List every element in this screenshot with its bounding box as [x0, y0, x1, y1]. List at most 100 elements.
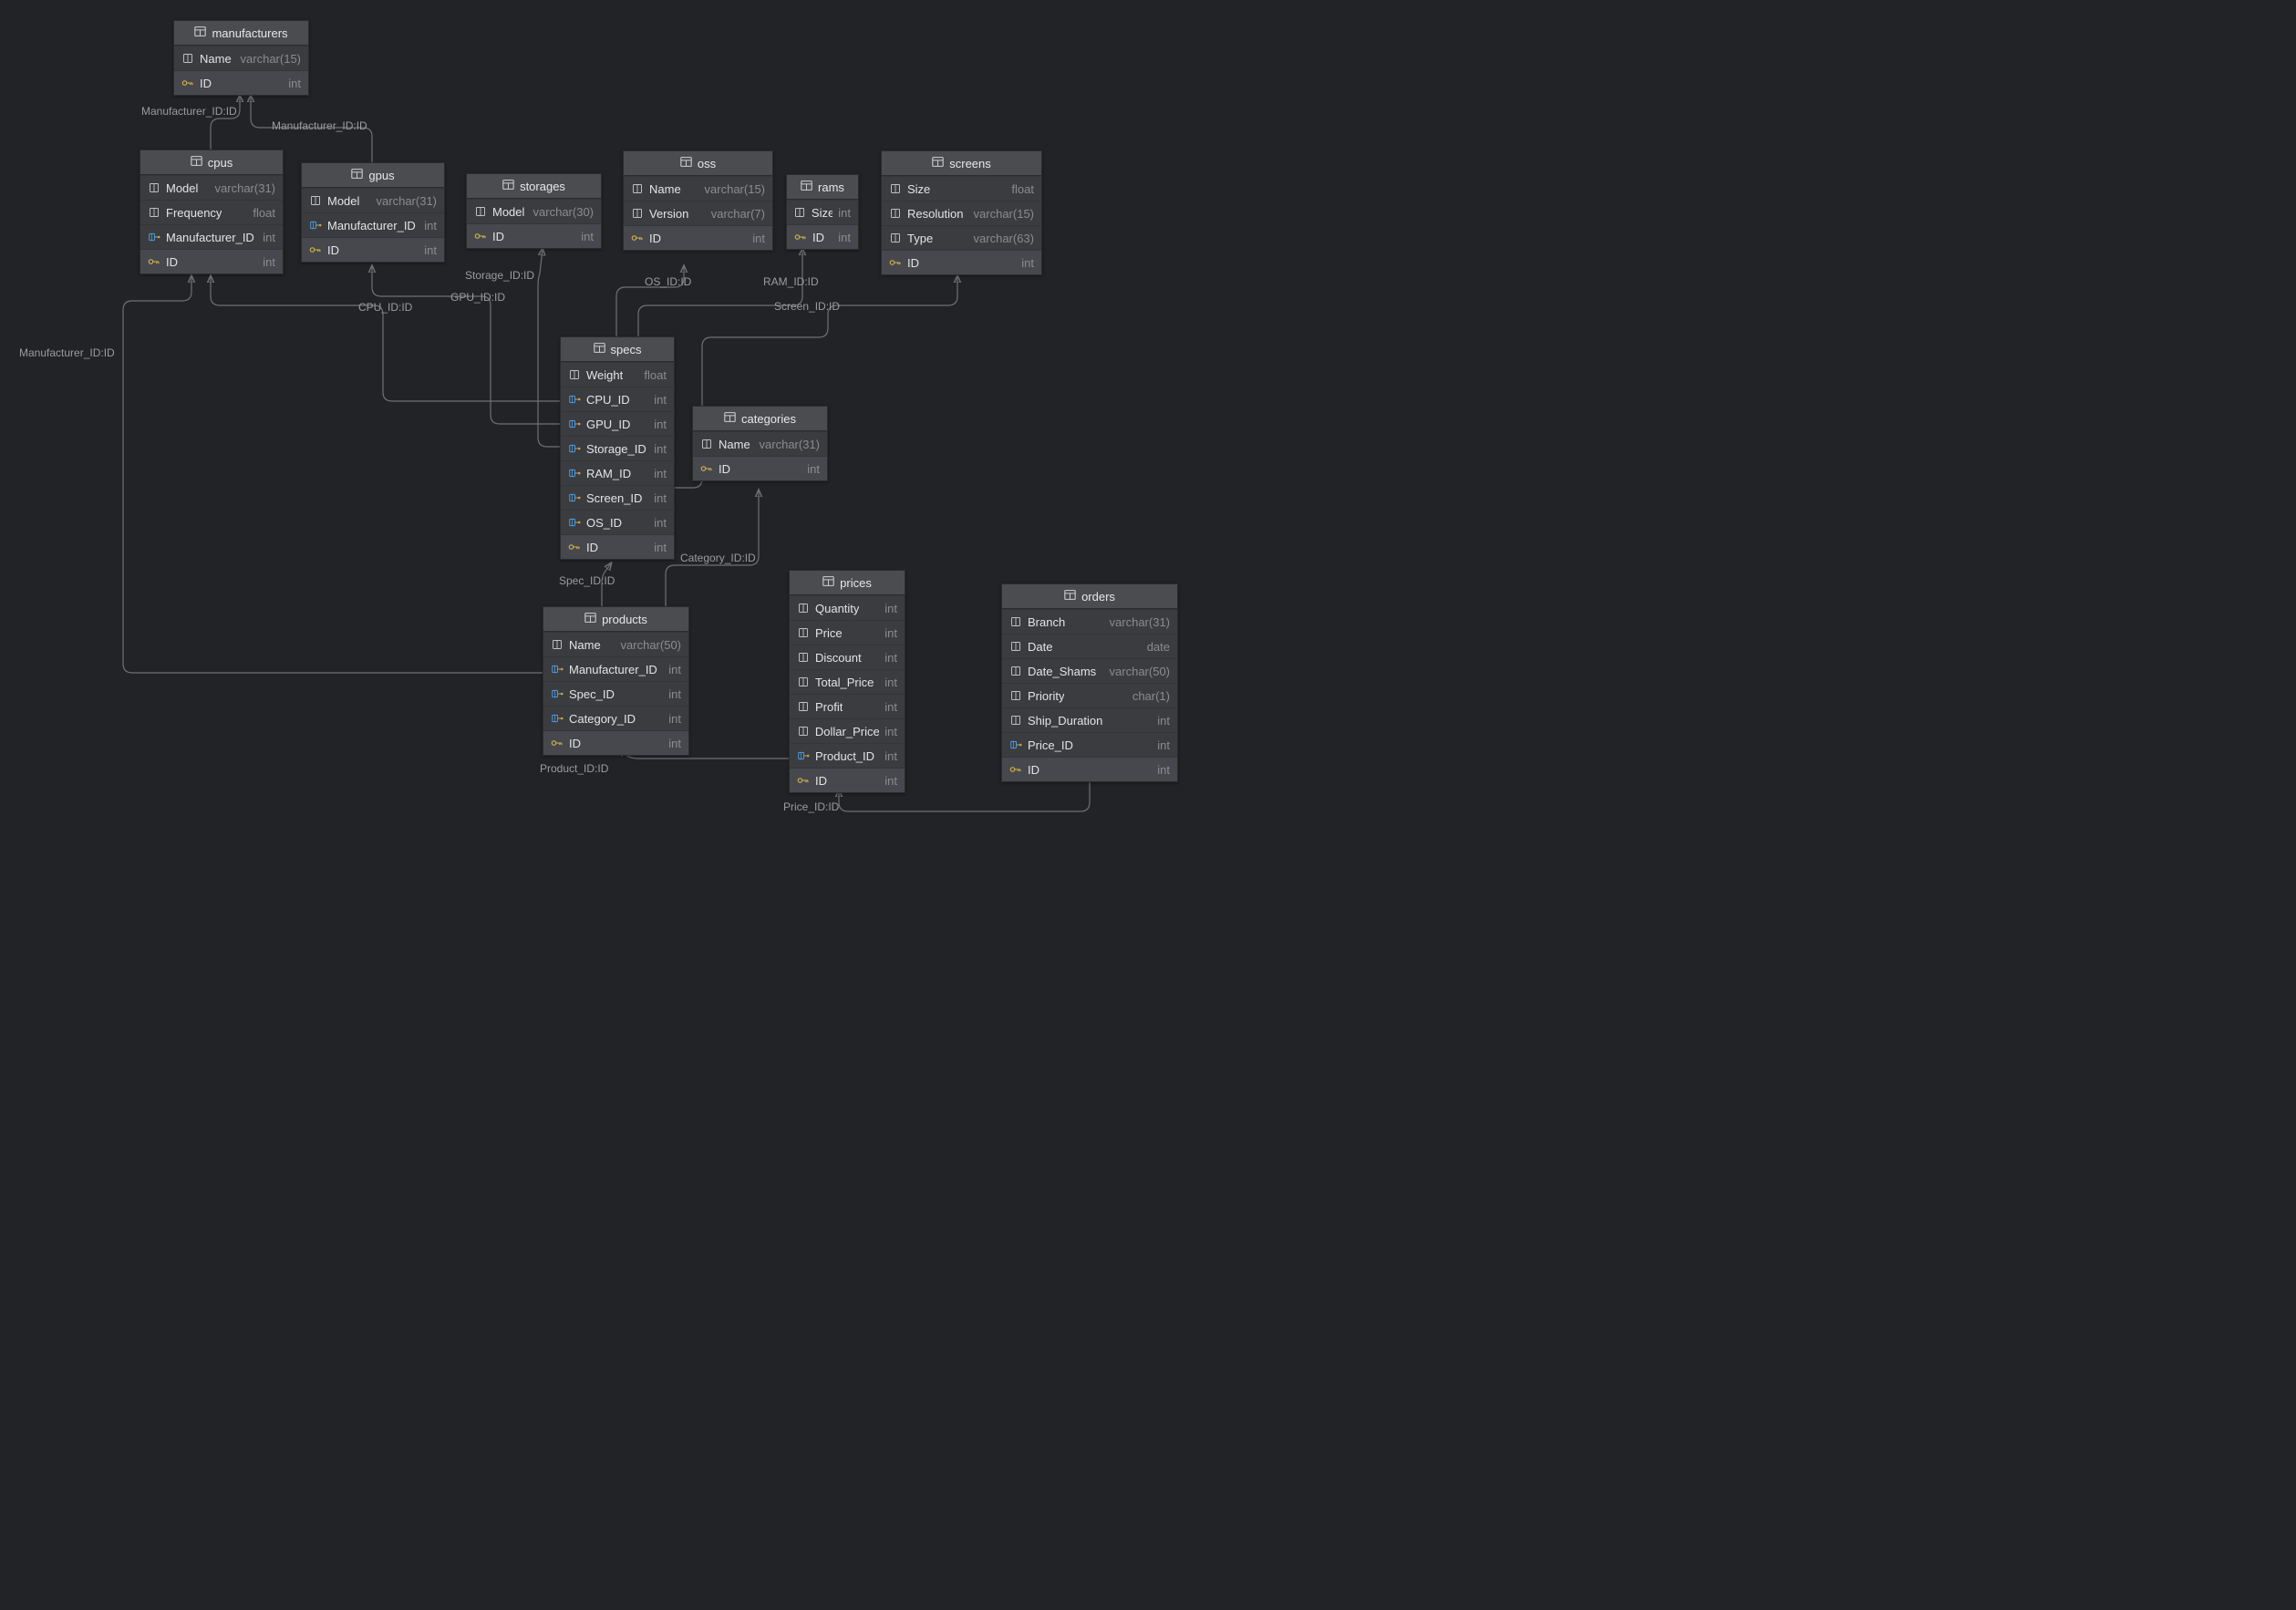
column-row[interactable]: Product_IDint: [790, 743, 905, 768]
column-name: Size: [812, 206, 833, 220]
table-title: orders: [1081, 590, 1115, 604]
table-gpus[interactable]: gpus Modelvarchar(31)Manufacturer_IDintID…: [301, 162, 445, 263]
column-icon: [1009, 690, 1022, 701]
table-screens[interactable]: screensSizefloatResolutionvarchar(15)Typ…: [881, 150, 1042, 275]
column-row[interactable]: Price_IDint: [1002, 732, 1177, 757]
column-row[interactable]: IDint: [302, 237, 444, 262]
column-row[interactable]: GPU_IDint: [561, 411, 674, 436]
column-row[interactable]: Manufacturer_IDint: [302, 212, 444, 237]
column-row[interactable]: Storage_IDint: [561, 436, 674, 460]
column-row[interactable]: Modelvarchar(30): [467, 199, 601, 223]
column-row[interactable]: IDint: [790, 768, 905, 792]
column-row[interactable]: IDint: [543, 730, 688, 755]
column-row[interactable]: Datedate: [1002, 634, 1177, 658]
primary-key-icon: [568, 542, 581, 552]
table-specs[interactable]: specsWeightfloatCPU_IDintGPU_IDintStorag…: [560, 336, 675, 560]
column-type: int: [263, 255, 275, 269]
column-type: int: [838, 231, 851, 244]
column-name: Size: [907, 182, 930, 196]
column-row[interactable]: Sizeint: [787, 200, 858, 224]
column-row[interactable]: IDint: [561, 534, 674, 559]
column-type: int: [752, 232, 765, 245]
primary-key-icon: [631, 232, 644, 243]
column-row[interactable]: Namevarchar(15): [174, 46, 308, 70]
table-header[interactable]: oss: [624, 151, 772, 176]
column-row[interactable]: Modelvarchar(31): [140, 175, 283, 200]
column-type: int: [654, 467, 667, 480]
column-row[interactable]: Spec_IDint: [543, 681, 688, 706]
column-row[interactable]: CPU_ID int: [561, 387, 674, 411]
table-header[interactable]: products: [543, 607, 688, 632]
column-row[interactable]: IDint: [882, 250, 1041, 274]
column-row[interactable]: IDint: [693, 456, 827, 480]
column-row[interactable]: Namevarchar(50): [543, 632, 688, 656]
column-type: varchar(15): [241, 52, 301, 66]
column-row[interactable]: Prioritychar(1): [1002, 683, 1177, 707]
column-row[interactable]: Manufacturer_IDint: [140, 224, 283, 249]
column-row[interactable]: Namevarchar(31): [693, 431, 827, 456]
column-name: Discount: [815, 651, 862, 665]
column-row[interactable]: Category_IDint: [543, 706, 688, 730]
column-row[interactable]: IDint: [1002, 757, 1177, 781]
table-header[interactable]: gpus: [302, 163, 444, 188]
column-row[interactable]: Weightfloat: [561, 362, 674, 387]
table-icon: [594, 342, 605, 356]
table-header[interactable]: storages: [467, 174, 601, 199]
table-header[interactable]: categories: [693, 407, 827, 431]
column-name: Resolution: [907, 207, 963, 221]
table-orders[interactable]: orders Branchvarchar(31)DatedateDate_Sham…: [1001, 583, 1178, 782]
table-products[interactable]: productsNamevarchar(50)Manufacturer_IDin…: [543, 606, 689, 756]
column-row[interactable]: Total_Priceint: [790, 669, 905, 694]
column-name: ID: [492, 230, 504, 243]
table-oss[interactable]: ossNamevarchar(15)Versionvarchar(7) ID int: [623, 150, 773, 251]
erd-canvas[interactable]: Manufacturer_ID:ID Manufacturer_ID:ID Ma…: [0, 0, 1200, 841]
table-header[interactable]: orders: [1002, 584, 1177, 609]
column-row[interactable]: Modelvarchar(31): [302, 188, 444, 212]
table-rams[interactable]: ramsSizeintIDint: [786, 174, 859, 250]
column-name: CPU_ID: [586, 393, 630, 407]
column-row[interactable]: Frequencyfloat: [140, 200, 283, 224]
table-header[interactable]: manufacturers: [174, 21, 308, 46]
column-row[interactable]: Date_Shamsvarchar(50): [1002, 658, 1177, 683]
column-row[interactable]: OS_IDint: [561, 510, 674, 534]
table-manufacturers[interactable]: manufacturers Namevarchar(15)IDint: [173, 20, 309, 96]
foreign-key-icon: [551, 688, 564, 699]
column-icon: [797, 676, 810, 687]
column-row[interactable]: Ship_Durationint: [1002, 707, 1177, 732]
column-row[interactable]: ID int: [624, 225, 772, 250]
column-row[interactable]: Namevarchar(15): [624, 176, 772, 201]
column-row[interactable]: Quantityint: [790, 595, 905, 620]
column-row[interactable]: RAM_IDint: [561, 460, 674, 485]
table-cpus[interactable]: cpusModelvarchar(31)FrequencyfloatManufa…: [140, 150, 284, 274]
table-header[interactable]: specs: [561, 337, 674, 362]
column-row[interactable]: Sizefloat: [882, 176, 1041, 201]
column-row[interactable]: Screen_IDint: [561, 485, 674, 510]
column-row[interactable]: IDint: [467, 223, 601, 248]
table-title: manufacturers: [212, 26, 287, 40]
column-type: int: [654, 393, 667, 407]
column-row[interactable]: Typevarchar(63): [882, 225, 1041, 250]
column-row[interactable]: Versionvarchar(7): [624, 201, 772, 225]
table-prices[interactable]: pricesQuantityintPriceintDiscountintTota…: [789, 570, 905, 793]
column-row[interactable]: Dollar_Priceint: [790, 718, 905, 743]
table-header[interactable]: rams: [787, 175, 858, 200]
column-row[interactable]: IDint: [787, 224, 858, 249]
column-row[interactable]: Resolutionvarchar(15): [882, 201, 1041, 225]
column-name: ID: [649, 232, 661, 245]
column-type: int: [668, 687, 681, 701]
table-categories[interactable]: categoriesNamevarchar(31)IDint: [692, 406, 828, 481]
column-row[interactable]: Discountint: [790, 645, 905, 669]
table-header[interactable]: cpus: [140, 150, 283, 175]
table-header[interactable]: prices: [790, 571, 905, 595]
column-icon: [309, 195, 322, 206]
column-row[interactable]: Priceint: [790, 620, 905, 645]
column-row[interactable]: Manufacturer_IDint: [543, 656, 688, 681]
column-row[interactable]: IDint: [140, 249, 283, 273]
table-icon: [502, 179, 514, 193]
column-row[interactable]: Branchvarchar(31): [1002, 609, 1177, 634]
column-row[interactable]: IDint: [174, 70, 308, 95]
table-header[interactable]: screens: [882, 151, 1041, 176]
table-storages[interactable]: storagesModelvarchar(30)IDint: [466, 173, 602, 249]
table-title: gpus: [368, 169, 394, 182]
column-row[interactable]: Profitint: [790, 694, 905, 718]
